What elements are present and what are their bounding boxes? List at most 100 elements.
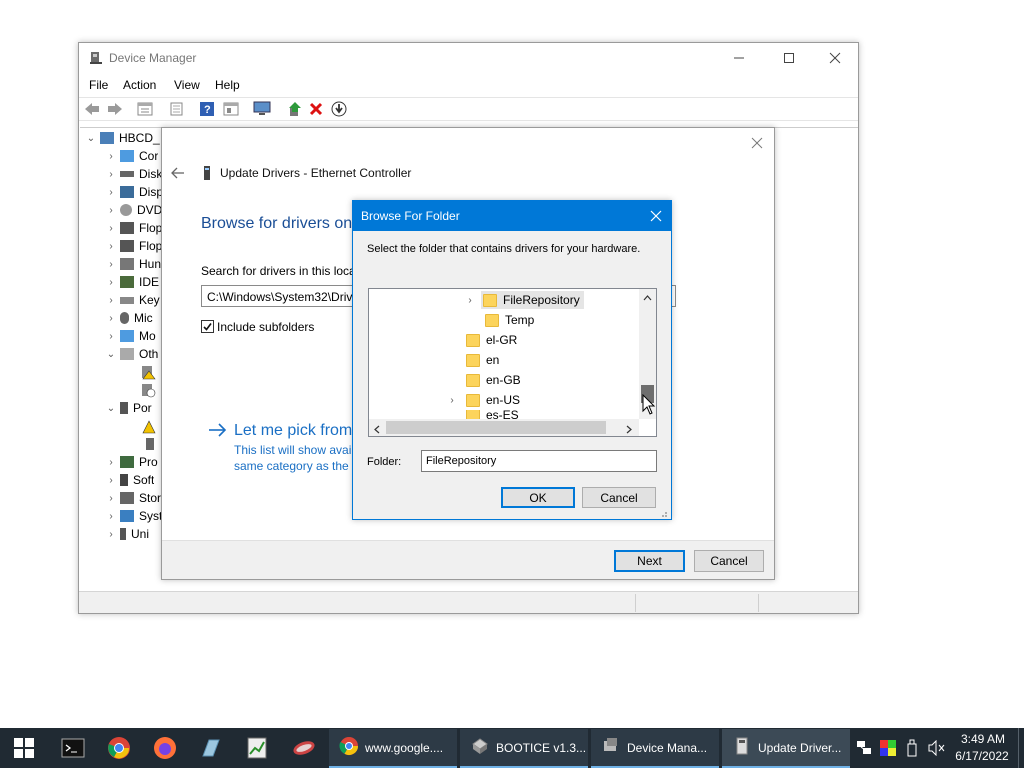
chevron-right-icon[interactable]: › bbox=[106, 169, 116, 180]
tree-item-other[interactable]: ⌄ Oth bbox=[106, 345, 159, 363]
include-subfolders-label[interactable]: Include subfolders bbox=[217, 320, 314, 334]
network-tray-icon[interactable] bbox=[856, 740, 872, 759]
taskbar-button-bootice[interactable]: BOOTICE v1.3... bbox=[460, 729, 588, 768]
close-icon[interactable] bbox=[750, 136, 764, 153]
folder-item[interactable]: › en-US bbox=[447, 391, 520, 409]
windows-start-icon[interactable] bbox=[14, 738, 38, 762]
pick-driver-link[interactable]: Let me pick from bbox=[234, 422, 352, 440]
app-icon[interactable] bbox=[199, 736, 223, 760]
properties-icon[interactable] bbox=[137, 102, 153, 119]
tree-item-disk[interactable]: › Disk bbox=[106, 165, 162, 183]
horizontal-scroll-thumb[interactable] bbox=[386, 421, 606, 434]
menu-help[interactable]: Help bbox=[215, 78, 240, 92]
document-icon[interactable] bbox=[169, 102, 185, 119]
cancel-button[interactable]: Cancel bbox=[694, 550, 764, 572]
back-arrow-icon[interactable] bbox=[84, 102, 100, 119]
tree-item-floppy-1[interactable]: › Flop bbox=[106, 219, 162, 237]
chevron-right-icon[interactable]: › bbox=[447, 395, 457, 406]
chevron-right-icon[interactable]: › bbox=[106, 277, 116, 288]
tree-item-floppy-2[interactable]: › Flop bbox=[106, 237, 162, 255]
chevron-right-icon[interactable]: › bbox=[106, 223, 116, 234]
uninstall-x-icon[interactable] bbox=[309, 102, 323, 119]
tree-item-keyboard[interactable]: › Key bbox=[106, 291, 159, 309]
close-icon[interactable] bbox=[825, 49, 845, 67]
folder-tree[interactable]: › FileRepository Temp el-GR en en-GB › en… bbox=[368, 288, 657, 437]
minimize-icon[interactable] bbox=[729, 49, 749, 67]
tree-item-processors[interactable]: › Pro bbox=[106, 453, 157, 471]
dialog-title-bar[interactable]: Browse For Folder bbox=[353, 201, 671, 231]
chevron-right-icon[interactable]: › bbox=[106, 511, 116, 522]
chevron-down-icon[interactable]: ⌄ bbox=[86, 133, 96, 144]
chevron-right-icon[interactable]: › bbox=[465, 295, 475, 306]
folder-item-selected[interactable]: › FileRepository bbox=[465, 291, 584, 309]
tool-app-icon[interactable] bbox=[292, 736, 316, 760]
download-circle-icon[interactable] bbox=[331, 101, 347, 120]
menu-action[interactable]: Action bbox=[123, 78, 156, 92]
menu-view[interactable]: View bbox=[174, 78, 200, 92]
folder-item[interactable]: en-GB bbox=[466, 371, 521, 389]
close-icon[interactable] bbox=[649, 209, 663, 226]
folder-item[interactable]: Temp bbox=[485, 311, 534, 329]
next-button[interactable]: Next bbox=[614, 550, 685, 572]
tree-root[interactable]: ⌄ HBCD_ bbox=[86, 129, 160, 147]
chevron-right-icon[interactable]: › bbox=[106, 295, 116, 306]
chevron-right-icon[interactable]: › bbox=[106, 331, 116, 342]
chevron-right-icon[interactable]: › bbox=[106, 493, 116, 504]
usb-drive-tray-icon[interactable] bbox=[906, 739, 918, 760]
folder-item[interactable]: el-GR bbox=[466, 331, 517, 349]
taskbar-button-update-drivers[interactable]: Update Driver... bbox=[722, 729, 850, 768]
tree-item-software[interactable]: › Soft bbox=[106, 471, 154, 489]
forward-arrow-icon[interactable] bbox=[107, 102, 123, 119]
view-icon[interactable] bbox=[223, 102, 239, 119]
include-subfolders-checkbox[interactable] bbox=[201, 320, 214, 333]
tree-item-system[interactable]: › Syst bbox=[106, 507, 162, 525]
tree-item-mice[interactable]: › Mic bbox=[106, 309, 152, 327]
chevron-right-icon[interactable]: › bbox=[106, 259, 116, 270]
help-icon[interactable]: ? bbox=[199, 101, 215, 120]
chevron-up-icon[interactable] bbox=[643, 291, 652, 305]
menu-file[interactable]: File bbox=[89, 78, 108, 92]
folder-input[interactable]: FileRepository bbox=[421, 450, 657, 472]
chevron-right-icon[interactable] bbox=[625, 423, 633, 436]
tree-item-ports[interactable]: ⌄ Por bbox=[106, 399, 152, 417]
chevron-right-icon[interactable]: › bbox=[106, 457, 116, 468]
folder-item[interactable]: en bbox=[466, 351, 499, 369]
taskbar-button-device-manager[interactable]: Device Mana... bbox=[591, 729, 719, 768]
chevron-down-icon[interactable]: ⌄ bbox=[106, 403, 116, 414]
chrome-icon[interactable] bbox=[107, 736, 131, 760]
clock-time[interactable]: 3:49 AM bbox=[958, 732, 1008, 746]
chevron-right-icon[interactable]: › bbox=[106, 529, 116, 540]
chevron-right-icon[interactable]: › bbox=[106, 241, 116, 252]
chevron-down-icon[interactable]: ⌄ bbox=[106, 349, 116, 360]
tree-item-dvd[interactable]: › DVD bbox=[106, 201, 162, 219]
chevron-left-icon[interactable] bbox=[373, 423, 381, 436]
title-bar[interactable]: Device Manager bbox=[79, 43, 858, 73]
tree-item-storage[interactable]: › Stor bbox=[106, 489, 161, 507]
back-arrow-icon[interactable] bbox=[170, 166, 186, 183]
tree-item-ide[interactable]: › IDE bbox=[106, 273, 159, 291]
chevron-right-icon[interactable]: › bbox=[106, 313, 116, 324]
tree-item-display[interactable]: › Disp bbox=[106, 183, 163, 201]
show-desktop-button[interactable] bbox=[1018, 728, 1024, 768]
tree-item-monitors[interactable]: › Mo bbox=[106, 327, 155, 345]
display-tray-icon[interactable] bbox=[880, 740, 896, 759]
clock-date[interactable]: 6/17/2022 bbox=[952, 749, 1012, 763]
update-driver-icon[interactable] bbox=[287, 101, 303, 120]
tree-item-computer[interactable]: › Cor bbox=[106, 147, 158, 165]
chart-app-icon[interactable] bbox=[245, 736, 269, 760]
monitor-icon[interactable] bbox=[253, 101, 271, 120]
resize-grip-icon[interactable] bbox=[658, 507, 668, 521]
terminal-icon[interactable] bbox=[61, 736, 85, 760]
chevron-right-icon[interactable]: › bbox=[106, 475, 116, 486]
volume-muted-icon[interactable] bbox=[928, 739, 946, 759]
cancel-button[interactable]: Cancel bbox=[582, 487, 656, 508]
tree-item-usb[interactable]: › Uni bbox=[106, 525, 149, 543]
horizontal-scrollbar[interactable] bbox=[369, 419, 639, 436]
chevron-right-icon[interactable]: › bbox=[106, 187, 116, 198]
ok-button[interactable]: OK bbox=[501, 487, 575, 508]
tree-item-hid[interactable]: › Hun bbox=[106, 255, 161, 273]
maximize-icon[interactable] bbox=[779, 49, 799, 67]
chevron-right-icon[interactable]: › bbox=[106, 205, 116, 216]
firefox-icon[interactable] bbox=[153, 736, 177, 760]
taskbar-button-chrome[interactable]: www.google.... bbox=[329, 729, 457, 768]
